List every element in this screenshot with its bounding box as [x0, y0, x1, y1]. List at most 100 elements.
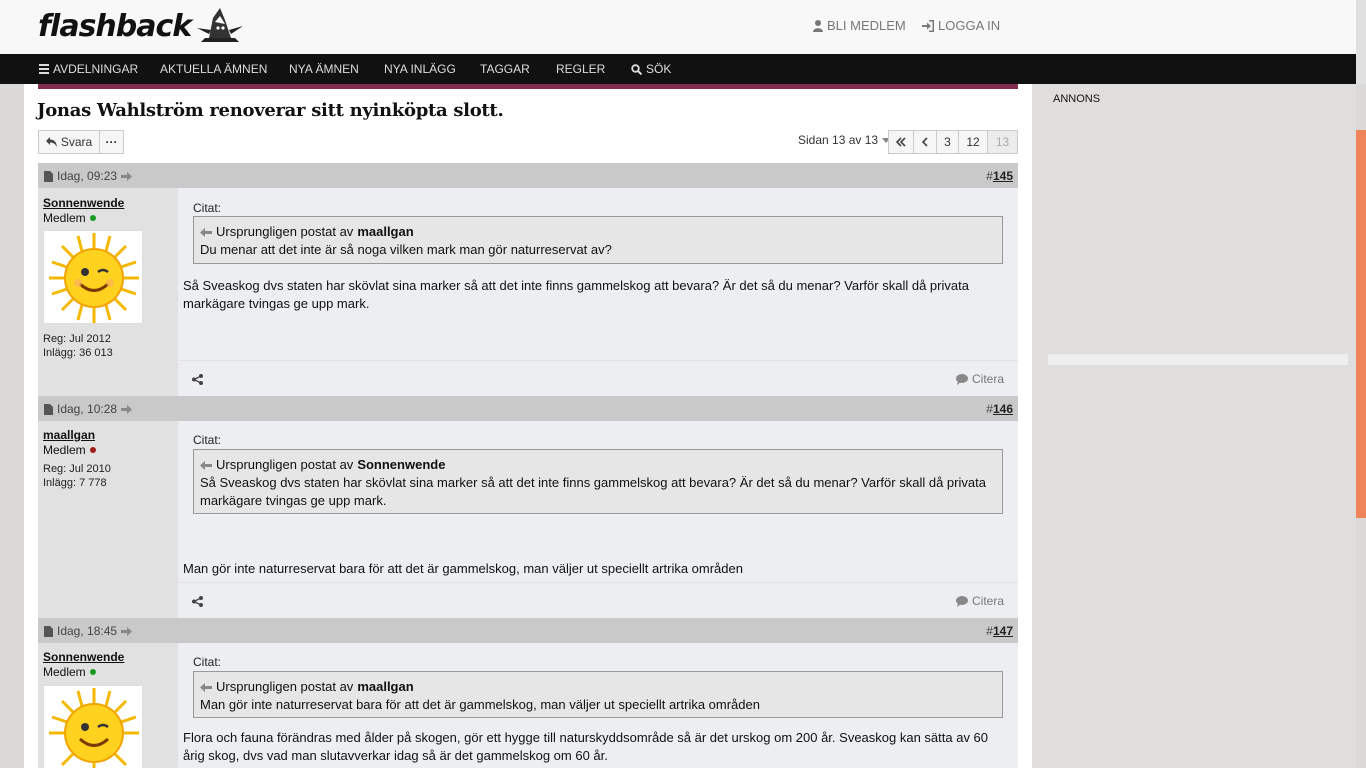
user-role: Medlem — [43, 443, 96, 457]
quote-text: Du menar att det inte är så noga vilken … — [200, 242, 612, 257]
post-body: Citat: Ursprungligen postat av Sonnenwen… — [178, 421, 1018, 582]
quote-prefix: Ursprungligen postat av — [216, 679, 354, 694]
share-button[interactable] — [192, 595, 203, 610]
arrow-left-icon[interactable] — [200, 682, 212, 692]
nav-label: REGLER — [556, 62, 606, 76]
nav-item-avdelningar[interactable]: AVDELNINGAR — [39, 54, 138, 84]
nav-item-regler[interactable]: REGLER — [556, 54, 605, 84]
bars-icon — [39, 64, 49, 74]
username-link[interactable]: Sonnenwende — [43, 196, 124, 210]
username-link[interactable]: maallgan — [43, 428, 95, 442]
post-number[interactable]: #146 — [986, 402, 1013, 416]
site-logo[interactable]: flashback — [38, 6, 245, 46]
file-icon — [44, 625, 53, 637]
thread-title: Jonas Wahlström renoverar sitt nyinköpta… — [37, 100, 504, 121]
post-date-text: Idag, 10:28 — [57, 402, 118, 416]
post-number-link[interactable]: 146 — [993, 402, 1013, 416]
file-icon — [44, 170, 53, 182]
comment-icon — [955, 595, 968, 607]
quote-label: Citat: — [193, 655, 222, 669]
sidebar: ANNONS — [1032, 84, 1356, 768]
post-text: Flora och fauna förändras med ålder på s… — [183, 730, 989, 763]
post-header: Idag, 18:45 #147 — [38, 618, 1018, 643]
post-date-text: Idag, 18:45 — [57, 624, 118, 638]
user-reg-date: Reg: Jul 2012 — [43, 333, 111, 345]
post-header: Idag, 09:23 #145 — [38, 163, 1018, 188]
arrow-right-icon[interactable] — [121, 171, 133, 181]
quote-block: Ursprungligen postat av maallgan Du mena… — [193, 216, 1003, 264]
quote-block: Ursprungligen postat av maallgan Man gör… — [193, 671, 1003, 718]
reply-button[interactable]: Svara — [38, 130, 100, 154]
post-body: Citat: Ursprungligen postat av maallgan … — [178, 643, 1018, 768]
arrow-right-icon[interactable] — [121, 626, 133, 636]
sun-avatar-icon — [49, 688, 139, 768]
post-footer: Citera — [178, 582, 1018, 618]
post-number-link[interactable]: 145 — [993, 169, 1013, 183]
page-info-dropdown[interactable]: Sidan 13 av 13 — [798, 133, 891, 147]
page-link[interactable]: 12 — [958, 130, 988, 154]
reply-icon — [45, 137, 57, 147]
quote-prefix: Ursprungligen postat av — [216, 224, 354, 239]
ad-label: ANNONS — [1053, 93, 1101, 105]
quote-author: maallgan — [357, 679, 414, 694]
hash-mark: # — [986, 402, 993, 416]
online-status-icon — [89, 669, 96, 675]
post-number[interactable]: #147 — [986, 624, 1013, 638]
nav-item-aktuella[interactable]: AKTUELLA ÄMNEN — [160, 54, 267, 84]
post-number-link[interactable]: 147 — [993, 624, 1013, 638]
user-role: Medlem — [43, 211, 96, 225]
avatar[interactable] — [43, 685, 143, 768]
post-user-panel: Sonnenwende Medlem — [38, 643, 178, 768]
post-text: Man gör inte naturreservat bara för att … — [183, 561, 743, 576]
cite-label: Citera — [971, 372, 1004, 386]
nav-item-nya-amnen[interactable]: NYA ÄMNEN — [289, 54, 359, 84]
avatar[interactable] — [43, 230, 143, 324]
accent-line — [38, 84, 1018, 89]
prev-page-button[interactable] — [913, 130, 937, 154]
hash-mark: # — [986, 169, 993, 183]
post-date: Idag, 09:23 — [44, 169, 133, 183]
post-text: Så Sveaskog dvs staten har skövlat sina … — [183, 278, 969, 311]
more-options-button[interactable]: ··· — [99, 130, 124, 154]
cite-button[interactable]: Citera — [955, 372, 1004, 386]
quote-label: Citat: — [193, 201, 222, 215]
thread-main: Jonas Wahlström renoverar sitt nyinköpta… — [24, 84, 1032, 768]
quote-header: Ursprungligen postat av Sonnenwende — [200, 456, 996, 474]
site-header: flashback BLI MEDLEM LOGGA IN — [0, 0, 1356, 54]
post-date: Idag, 10:28 — [44, 402, 133, 416]
sign-in-icon — [922, 19, 934, 32]
cite-button[interactable]: Citera — [955, 594, 1004, 608]
page-info-label: Sidan 13 av 13 — [798, 133, 879, 147]
join-link[interactable]: BLI MEDLEM — [813, 18, 906, 33]
quote-header: Ursprungligen postat av maallgan — [200, 223, 996, 241]
arrow-left-icon[interactable] — [200, 227, 212, 237]
nav-item-sok[interactable]: SÖK — [631, 54, 671, 84]
user-icon — [813, 19, 823, 32]
page-link[interactable]: 3 — [936, 130, 959, 154]
hash-mark: # — [986, 624, 993, 638]
login-label: LOGGA IN — [938, 18, 1001, 33]
first-page-button[interactable] — [888, 130, 914, 154]
username-link[interactable]: Sonnenwende — [43, 650, 124, 664]
chevron-left-icon — [921, 137, 928, 147]
scrollbar-thumb[interactable] — [1356, 130, 1366, 518]
current-page: 13 — [987, 130, 1018, 154]
share-button[interactable] — [192, 373, 203, 388]
comment-icon — [955, 373, 968, 385]
post-number[interactable]: #145 — [986, 169, 1013, 183]
mascot-icon — [197, 8, 244, 42]
share-icon — [192, 596, 203, 607]
nav-item-taggar[interactable]: TAGGAR — [480, 54, 530, 84]
login-link[interactable]: LOGGA IN — [922, 18, 1000, 33]
post-header: Idag, 10:28 #146 — [38, 396, 1018, 421]
ad-placeholder — [1048, 354, 1348, 365]
quote-author: maallgan — [357, 224, 414, 239]
online-status-icon — [89, 215, 96, 221]
page-gutter — [0, 54, 24, 768]
arrow-left-icon[interactable] — [200, 460, 212, 470]
post-date: Idag, 18:45 — [44, 624, 133, 638]
nav-item-nya-inlagg[interactable]: NYA INLÄGG — [384, 54, 456, 84]
arrow-right-icon[interactable] — [121, 404, 133, 414]
post-date-text: Idag, 09:23 — [57, 169, 118, 183]
post-body: Citat: Ursprungligen postat av maallgan … — [178, 188, 1018, 360]
